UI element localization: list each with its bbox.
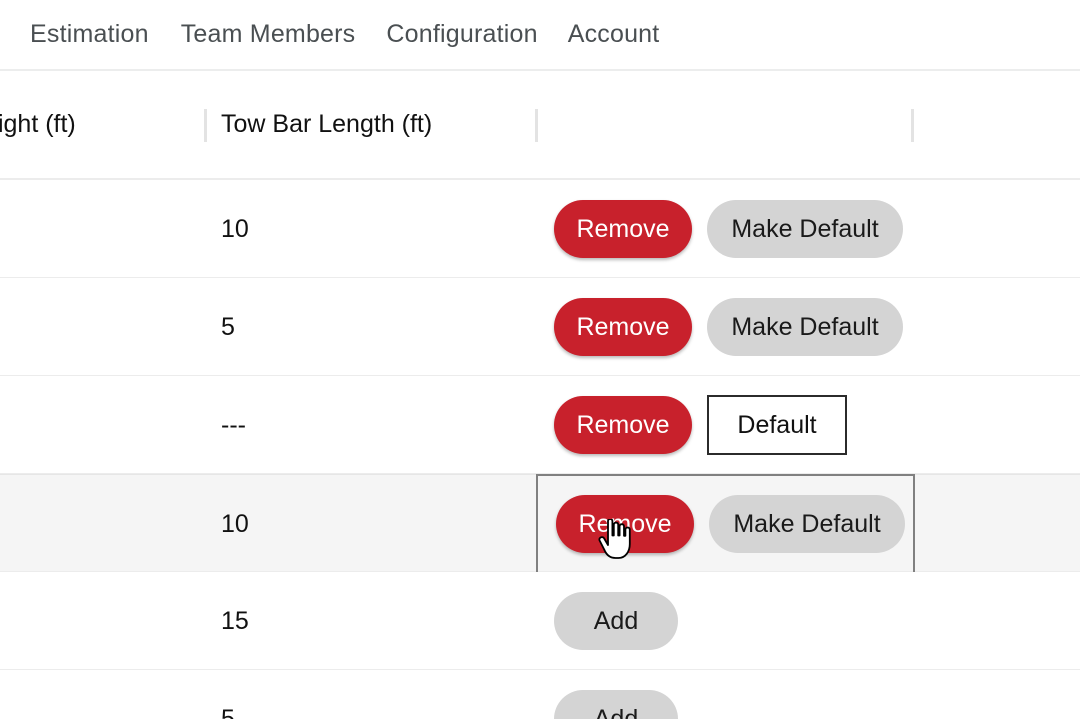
cell-tow-bar-length: 10 [221, 509, 249, 538]
cell-tow-bar-length: 15 [221, 606, 249, 635]
table-row[interactable]: .9 10 Remove Make Default [0, 180, 1080, 278]
add-button[interactable]: Add [554, 592, 678, 650]
column-header-height: Height (ft) [0, 110, 76, 138]
table-row-highlighted[interactable]: .9 10 Remove Make Default [0, 474, 1080, 574]
nav-tab-list: Estimation Team Members Configuration Ac… [0, 0, 659, 69]
nav-tab-account[interactable]: Account [568, 22, 660, 47]
table-row[interactable]: .9 5 Add [0, 670, 1080, 719]
add-button[interactable]: Add [554, 690, 678, 719]
make-default-button[interactable]: Make Default [709, 495, 905, 553]
remove-button[interactable]: Remove [554, 396, 692, 454]
column-separator-3 [911, 109, 914, 142]
table-row[interactable]: .9 5 Remove Make Default [0, 278, 1080, 376]
make-default-button[interactable]: Make Default [707, 200, 903, 258]
remove-button[interactable]: Remove [554, 200, 692, 258]
column-separator-2 [535, 109, 538, 142]
top-navigation-bar: Estimation Team Members Configuration Ac… [0, 0, 1080, 71]
row-actions: Add [536, 572, 678, 670]
row-actions: Remove Make Default [536, 278, 903, 376]
default-badge-button[interactable]: Default [707, 395, 847, 455]
row-actions: Remove Make Default [536, 180, 903, 278]
cell-tow-bar-length: 5 [221, 704, 235, 720]
cell-tow-bar-length: --- [221, 410, 246, 439]
table-row[interactable]: .1 --- Remove Default [0, 376, 1080, 474]
nav-tab-estimation[interactable]: Estimation [30, 22, 149, 47]
cell-tow-bar-length: 5 [221, 312, 235, 341]
row-actions: Add [536, 670, 678, 719]
cell-tow-bar-length: 10 [221, 214, 249, 243]
row-actions-focused: Remove Make Default [536, 474, 915, 574]
table-header-row: Height (ft) Tow Bar Length (ft) [0, 71, 1080, 180]
nav-tab-configuration[interactable]: Configuration [386, 22, 537, 47]
column-separator-1 [204, 109, 207, 142]
remove-button[interactable]: Remove [554, 298, 692, 356]
remove-button[interactable]: Remove [556, 495, 694, 553]
configuration-table: Height (ft) Tow Bar Length (ft) .9 10 Re… [0, 71, 1080, 719]
row-actions: Remove Default [536, 376, 847, 474]
nav-tab-team-members[interactable]: Team Members [181, 22, 356, 47]
column-header-tow-bar-length: Tow Bar Length (ft) [221, 110, 433, 138]
make-default-button[interactable]: Make Default [707, 298, 903, 356]
table-row[interactable]: .9 15 Add [0, 572, 1080, 670]
